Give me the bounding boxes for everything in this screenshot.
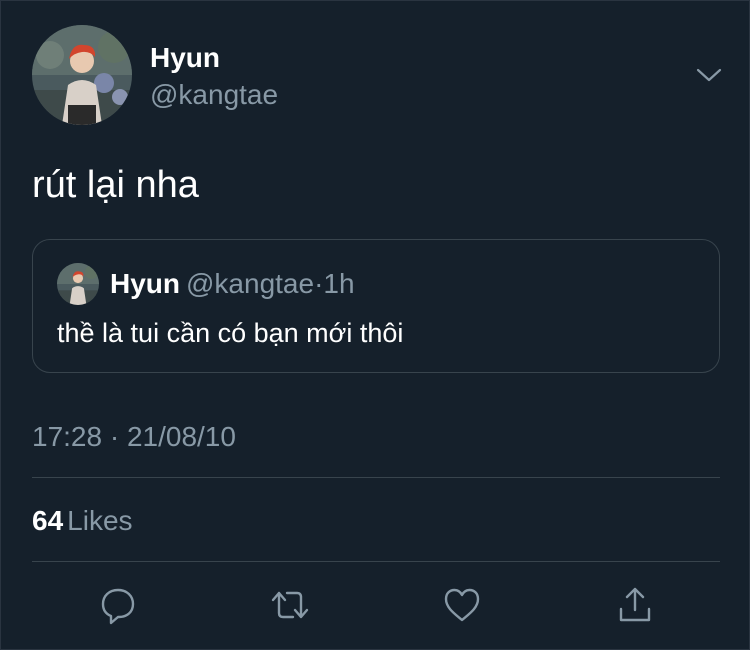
quoted-tweet-header: Hyun @kangtae·1h bbox=[110, 268, 355, 300]
reply-icon[interactable] bbox=[98, 585, 138, 625]
divider bbox=[32, 477, 720, 478]
quoted-author-name: Hyun bbox=[110, 268, 180, 299]
quoted-author-handle: @kangtae bbox=[186, 268, 315, 299]
quoted-author-avatar bbox=[57, 263, 99, 305]
quoted-separator: · bbox=[314, 268, 324, 299]
tweet-timestamp[interactable]: 17:28 · 21/08/10 bbox=[32, 421, 236, 453]
likes-stat[interactable]: 64 Likes bbox=[32, 505, 133, 537]
quoted-time: 1h bbox=[323, 268, 355, 299]
chevron-down-icon[interactable] bbox=[694, 63, 724, 87]
divider bbox=[32, 561, 720, 562]
likes-count: 64 bbox=[32, 505, 64, 536]
likes-label: Likes bbox=[67, 505, 133, 536]
retweet-icon[interactable] bbox=[270, 585, 310, 625]
quoted-tweet[interactable]: Hyun @kangtae·1h thề là tui cần có bạn mớ… bbox=[32, 239, 720, 373]
author-handle[interactable]: @kangtae bbox=[150, 79, 278, 111]
heart-icon[interactable] bbox=[442, 585, 482, 625]
author-name[interactable]: Hyun bbox=[150, 42, 220, 74]
quoted-tweet-text: thề là tui cần có bạn mới thôi bbox=[57, 318, 404, 348]
share-icon[interactable] bbox=[615, 585, 655, 625]
tweet-detail: Hyun @kangtae rút lại nha Hyun @kangtae·1… bbox=[0, 0, 750, 650]
tweet-text: rút lại nha bbox=[32, 164, 199, 206]
author-avatar[interactable] bbox=[32, 25, 132, 125]
